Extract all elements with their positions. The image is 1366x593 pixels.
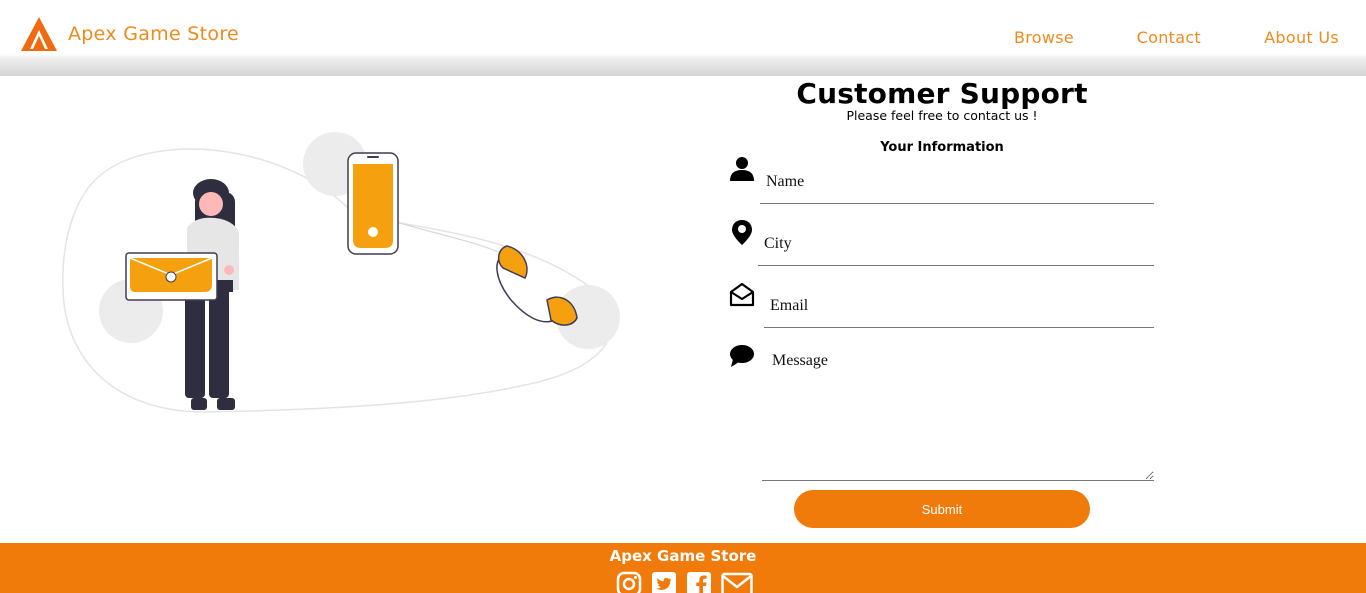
city-input[interactable] bbox=[758, 222, 1154, 266]
site-header: Apex Game Store Browse Contact About Us bbox=[0, 0, 1366, 76]
envelope-open-icon bbox=[729, 282, 755, 307]
brand-name: Apex Game Store bbox=[68, 23, 240, 45]
email-input[interactable] bbox=[764, 284, 1154, 328]
envelope-icon[interactable] bbox=[721, 571, 753, 593]
comment-icon bbox=[730, 345, 754, 367]
footer-brand-name: Apex Game Store bbox=[609, 547, 757, 565]
site-footer: Apex Game Store bbox=[0, 543, 1366, 593]
twitter-icon[interactable] bbox=[651, 571, 677, 593]
contact-illustration bbox=[62, 132, 620, 413]
name-input[interactable] bbox=[760, 160, 1154, 204]
nav-contact[interactable]: Contact bbox=[1137, 28, 1201, 47]
nav-browse[interactable]: Browse bbox=[1014, 28, 1074, 47]
facebook-icon[interactable] bbox=[686, 571, 712, 593]
apex-logo-icon bbox=[21, 17, 57, 51]
section-label: Your Information bbox=[880, 140, 1004, 155]
submit-button[interactable]: Submit bbox=[794, 490, 1090, 528]
page-title: Customer Support bbox=[796, 77, 1088, 110]
message-textarea[interactable] bbox=[762, 344, 1154, 481]
instagram-icon[interactable] bbox=[616, 571, 642, 593]
user-icon bbox=[730, 157, 754, 181]
page-subtitle: Please feel free to contact us ! bbox=[846, 108, 1038, 123]
brand-link[interactable]: Apex Game Store bbox=[20, 16, 239, 52]
nav-about-us[interactable]: About Us bbox=[1264, 28, 1339, 47]
location-pin-icon bbox=[732, 220, 752, 245]
